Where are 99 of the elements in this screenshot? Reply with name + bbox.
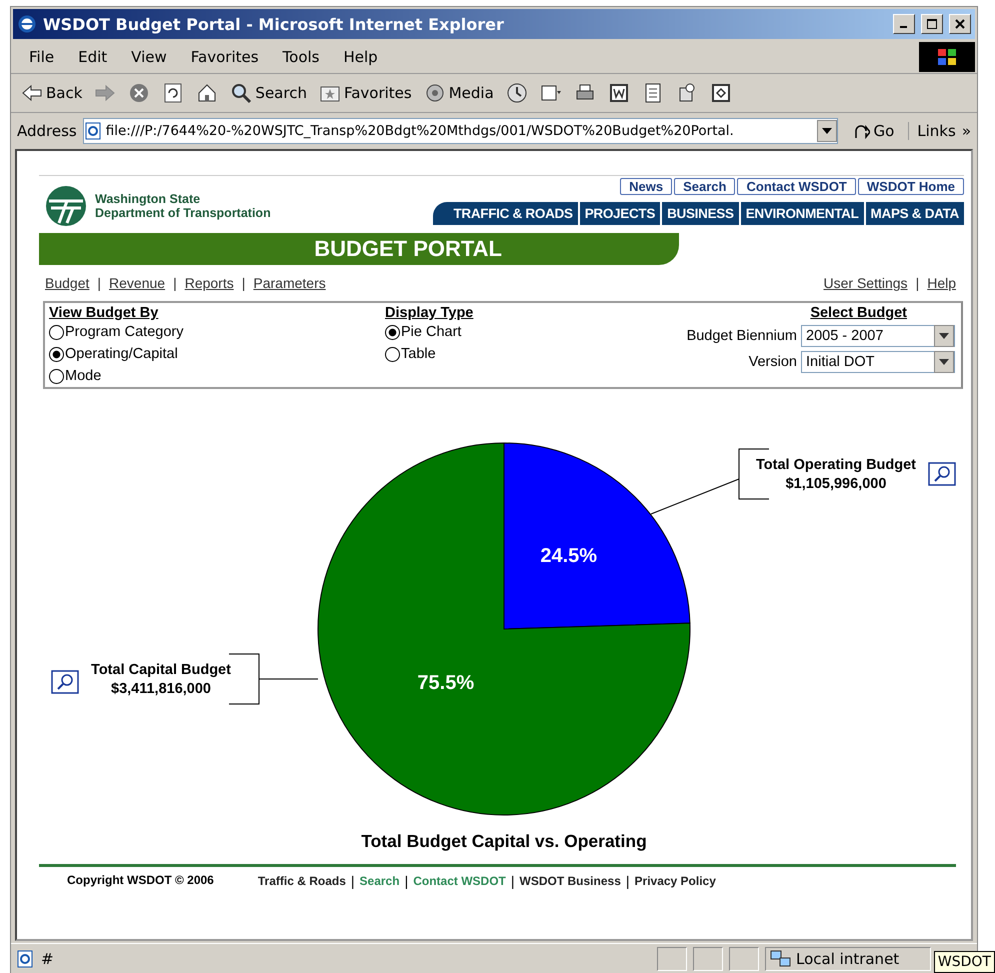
nav-tab[interactable]: BUSINESS	[662, 202, 739, 225]
utility-link[interactable]: News	[620, 178, 672, 195]
status-text: #	[41, 950, 55, 968]
menu-item[interactable]: Edit	[66, 48, 120, 66]
caret-icon	[939, 359, 949, 365]
agency-logo-icon	[45, 184, 87, 226]
group-heading: Select Budget	[810, 305, 907, 321]
footer-link[interactable]: Traffic & Roads	[258, 874, 346, 888]
windows-logo-icon	[937, 48, 957, 66]
radio-button[interactable]	[385, 324, 400, 340]
percent-label: 75.5%	[417, 672, 474, 694]
footer-link[interactable]: Search	[360, 874, 400, 888]
field-label: Budget Biennium	[686, 328, 797, 344]
magnifier-icon[interactable]	[51, 670, 79, 694]
menu-item[interactable]: File	[17, 48, 66, 66]
network-icon	[770, 950, 792, 968]
search-icon[interactable]	[230, 82, 252, 104]
separator: |	[97, 275, 102, 291]
nav-link[interactable]: User Settings	[824, 275, 908, 291]
callout-amount: $3,411,816,000	[111, 681, 211, 697]
zone-text: Local intranet	[796, 950, 900, 968]
more-button[interactable]: »	[962, 122, 971, 140]
page-icon	[15, 949, 35, 969]
nav-link[interactable]: Reports	[184, 275, 234, 291]
nav-tab[interactable]: PROJECTS	[580, 202, 660, 225]
separator: |	[404, 873, 408, 889]
footer-link[interactable]: WSDOT Business	[520, 874, 621, 888]
menu-item[interactable]: Help	[332, 48, 390, 66]
field-label: Version	[748, 354, 797, 370]
radio-button[interactable]	[49, 346, 64, 362]
radio-label: Pie Chart	[401, 324, 462, 340]
toolbar-button[interactable]: Search	[226, 80, 311, 106]
callout-title: Total Capital Budget	[91, 662, 231, 678]
menu-item[interactable]: Tools	[270, 48, 332, 66]
page-icon	[84, 122, 102, 140]
select-field[interactable]: Initial DOT	[801, 351, 955, 373]
home-icon[interactable]	[196, 82, 218, 104]
separator: |	[510, 873, 515, 889]
maximize-icon[interactable]	[927, 19, 937, 29]
dropdown-button[interactable]	[934, 325, 954, 347]
group-heading: View Budget By	[49, 305, 160, 321]
caret-icon	[939, 333, 949, 339]
callout-amount: $1,105,996,000	[786, 476, 886, 492]
media-icon[interactable]	[424, 82, 446, 104]
stop-icon[interactable]	[128, 82, 150, 104]
nav-tab[interactable]: MAPS & DATA	[866, 202, 964, 225]
toolbar-button[interactable]: Favorites	[314, 80, 416, 106]
radio-label: Operating/Capital	[65, 346, 178, 362]
caret-icon	[822, 128, 832, 134]
group-heading: Display Type	[385, 305, 474, 321]
radio-button[interactable]	[49, 324, 64, 340]
agency-name: Department of Transportation	[95, 206, 271, 220]
separator: |	[350, 873, 355, 889]
address-field[interactable]: file:///P:/7644%20-%20WSJTC_Transp%20Bdgt%20Mthdgs/001/WSDOT%20Budget%20Portal.	[82, 118, 838, 144]
utility-link[interactable]: Search	[674, 178, 736, 195]
page-banner: BUDGET PORTAL	[39, 233, 679, 265]
utility-link[interactable]: Contact WSDOT	[737, 178, 856, 195]
tooltip: WSDOT	[934, 951, 995, 973]
edit-icon[interactable]	[608, 82, 630, 104]
nav-link[interactable]: Help	[927, 275, 956, 291]
chart-title: Total Budget Capital vs. Operating	[361, 831, 647, 851]
address-label: Address	[17, 122, 77, 140]
toolbar-button[interactable]: Media	[420, 80, 498, 106]
history-icon[interactable]	[506, 82, 528, 104]
radio-button[interactable]	[49, 368, 64, 384]
dropdown-button[interactable]	[817, 120, 838, 142]
radio-label: Mode	[65, 368, 102, 384]
separator: |	[173, 275, 177, 291]
toolbar-button[interactable]: Back	[17, 80, 86, 106]
separator: |	[916, 275, 920, 291]
radio-label: Program Category	[65, 324, 184, 340]
close-icon[interactable]	[955, 19, 965, 29]
magnifier-icon[interactable]	[928, 462, 956, 486]
utility-link[interactable]: WSDOT Home	[858, 178, 964, 195]
separator: |	[626, 873, 630, 889]
nav-tab[interactable]: ENVIRONMENTAL	[740, 202, 864, 225]
go-button[interactable]: Go	[844, 122, 902, 140]
nav-link[interactable]: Parameters	[253, 275, 326, 291]
select-field[interactable]: 2005 - 2007	[801, 325, 955, 347]
radio-label: Table	[401, 346, 436, 362]
links-button[interactable]: Links	[917, 122, 956, 140]
separator: |	[242, 275, 246, 291]
callout-title: Total Operating Budget	[756, 457, 916, 473]
browser-logo-icon	[17, 14, 37, 34]
menu-item[interactable]: Favorites	[178, 48, 271, 66]
footer-link[interactable]: Contact WSDOT	[413, 874, 506, 888]
copyright-text: Copyright WSDOT © 2006	[67, 873, 214, 889]
leader-line	[258, 678, 318, 680]
back-icon[interactable]	[21, 82, 43, 104]
menu-item[interactable]: View	[119, 48, 179, 66]
agency-name: Washington State	[95, 192, 202, 206]
nav-link[interactable]: Revenue	[109, 275, 166, 291]
footer-link[interactable]: Privacy Policy	[634, 874, 716, 888]
percent-label: 24.5%	[540, 545, 598, 568]
nav-link[interactable]: Budget	[45, 275, 90, 291]
nav-tab[interactable]: TRAFFIC & ROADS	[433, 202, 578, 225]
dropdown-button[interactable]	[934, 351, 954, 373]
radio-button[interactable]	[385, 346, 400, 362]
window-title: WSDOT Budget Portal - Microsoft Internet Explorer	[43, 14, 505, 34]
